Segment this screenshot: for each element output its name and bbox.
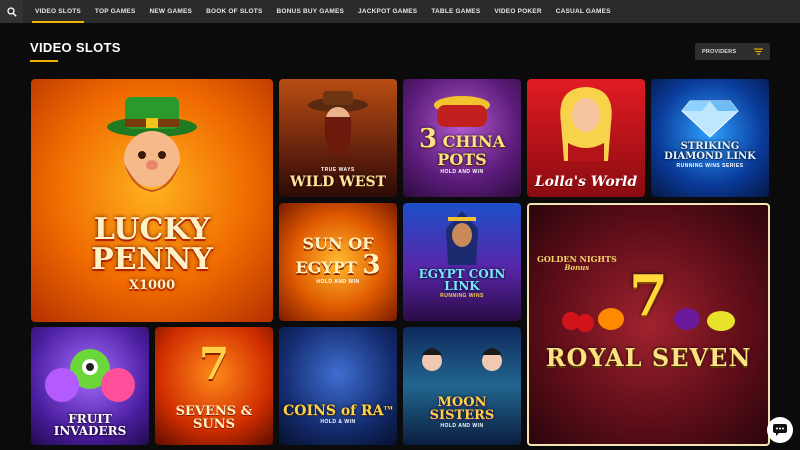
game-title: FRUIT INVADERS [53,412,127,438]
game-subtitle: HOLD & WIN [320,419,356,425]
game-tile-lucky-penny[interactable]: LUCKY PENNY X1000 [31,79,273,322]
game-tile-striking-diamond-link[interactable]: STRIKING DIAMOND LINK RUNNING WINS SERIE… [651,79,769,197]
game-title: COINS of RA [283,403,384,419]
game-subtitle: HOLD AND WIN [440,169,484,175]
game-tile-3-china-pots[interactable]: 3 CHINA POTS HOLD AND WIN [403,79,521,197]
game-title: STRIKING DIAMOND LINK [664,141,756,162]
game-tag: TRUE WAYS [321,167,355,173]
game-tile-lollas-world[interactable]: Lolla's World [527,79,645,197]
game-title: WILD WEST [289,174,387,190]
nav-bonus-buy-games[interactable]: BONUS BUY GAMES [277,0,345,23]
monster-icon [45,349,135,402]
cowgirl-icon [308,91,368,155]
moon-sisters-icon [422,348,502,371]
providers-label: PROVIDERS [702,48,737,55]
game-subtitle: HOLD AND WIN [316,279,360,285]
providers-filter-button[interactable]: PROVIDERS [695,43,770,60]
nav-new-games[interactable]: NEW GAMES [149,0,192,23]
game-title: Lolla's World [534,174,638,190]
game-title: MOON SISTERS [429,395,495,423]
seven-symbol: 7 [198,339,230,390]
game-tile-egypt-coin-link[interactable]: EGYPT COIN LINK RUNNING WINS [403,203,521,321]
search-icon [6,6,17,17]
game-subtitle: RUNNING WINS [440,293,484,299]
nav-table-games[interactable]: TABLE GAMES [431,0,480,23]
nav-top-games[interactable]: TOP GAMES [95,0,136,23]
game-tile-moon-sisters[interactable]: MOON SISTERS HOLD AND WIN [403,327,521,445]
leprechaun-icon [107,97,197,192]
game-tile-royal-seven[interactable]: GOLDEN NIGHTS Bonus 7 ROYAL SEVEN [527,203,770,446]
nav-video-poker[interactable]: VIDEO POKER [494,0,541,23]
diamond-icon [681,100,739,138]
game-tile-sevens-and-suns[interactable]: 7 SEVENS & SUNS [155,327,273,445]
game-title-line1: LUCKY [93,212,211,247]
nav-book-of-slots[interactable]: BOOK OF SLOTS [206,0,262,23]
seven-symbol: 7 [629,263,668,329]
chat-button[interactable] [767,417,793,443]
blonde-woman-icon [560,87,612,161]
nav-casual-games[interactable]: CASUAL GAMES [556,0,611,23]
game-tile-wild-west[interactable]: TRUE WAYS WILD WEST [279,79,397,197]
trademark-label: TM [383,405,393,412]
game-tile-fruit-invaders[interactable]: FRUIT INVADERS [31,327,149,445]
filter-icon [754,48,763,55]
game-subtitle: HOLD AND WIN [440,423,484,429]
game-title: ROYAL SEVEN [545,343,752,372]
game-tile-coins-of-ra[interactable]: COINS of RATM HOLD & WIN [279,327,397,445]
title-underline [30,60,58,62]
game-badge: X1000 [128,278,176,293]
game-title: EGYPT COIN LINK [418,267,506,293]
pharaoh-queen-icon [446,211,478,265]
game-title: CHINA POTS [437,132,506,169]
search-button[interactable] [0,0,23,23]
chat-bubble-icon [773,424,787,436]
game-tile-sun-of-egypt-3[interactable]: SUN OF EGYPT 3 HOLD AND WIN [279,203,397,321]
game-title-line2: PENNY [91,242,213,277]
game-subtitle: RUNNING WINS SERIES [676,163,744,169]
nav-jackpot-games[interactable]: JACKPOT GAMES [358,0,417,23]
game-title: SEVENS & SUNS [175,404,253,432]
nav-video-slots[interactable]: VIDEO SLOTS [32,0,84,23]
game-number: 3 [362,250,381,280]
gold-pot-icon [434,96,490,127]
top-nav: VIDEO SLOTS TOP GAMES NEW GAMES BOOK OF … [0,0,800,23]
page-title: VIDEO SLOTS [30,40,121,55]
